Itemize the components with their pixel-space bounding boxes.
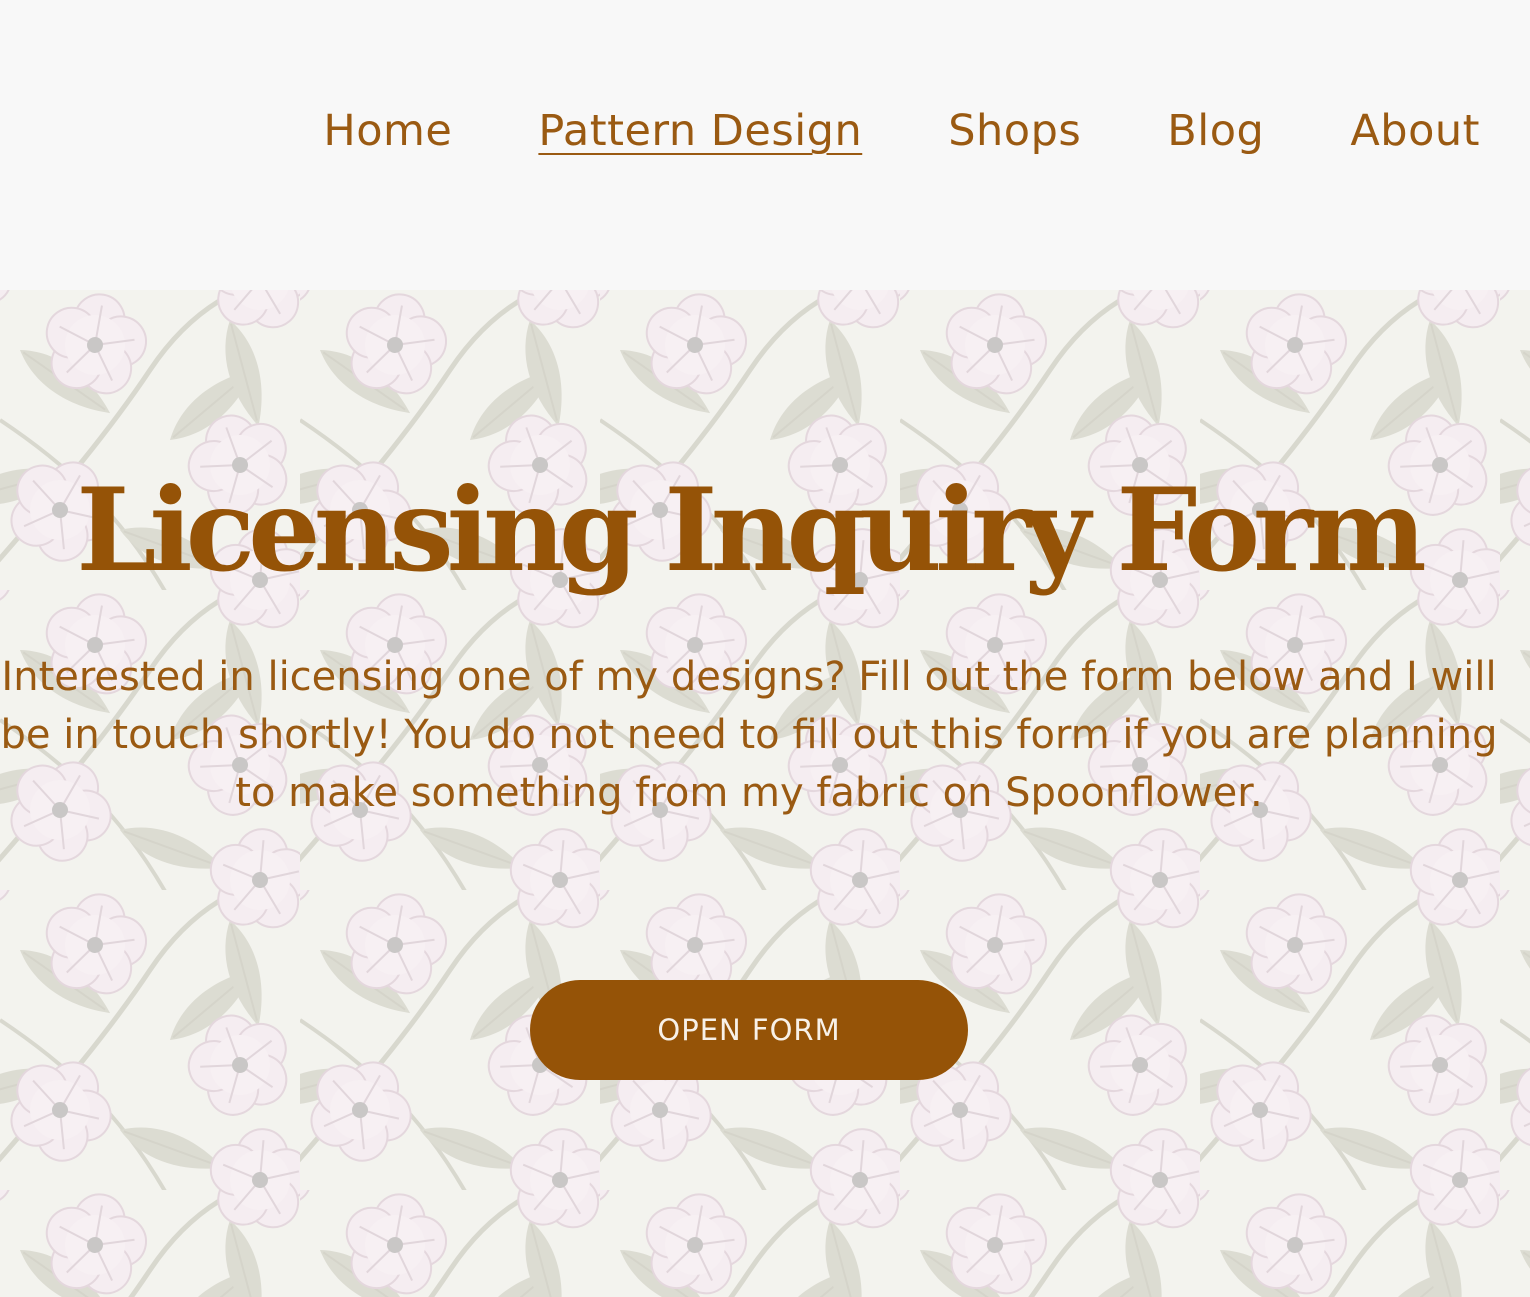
nav-link-pattern-design[interactable]: Pattern Design	[538, 110, 862, 153]
hero-section: Licensing Inquiry Form Interested in lic…	[0, 290, 1530, 1297]
nav-link-blog[interactable]: Blog	[1167, 110, 1264, 153]
nav-link-home[interactable]: Home	[323, 110, 452, 153]
intro-text: Interested in licensing one of my design…	[0, 654, 1498, 816]
page-title: Licensing Inquiry Form	[76, 463, 1427, 597]
nav-link-shops[interactable]: Shops	[948, 110, 1081, 153]
main-navigation: Home Pattern Design Shops Blog About	[323, 110, 1480, 153]
site-header: Home Pattern Design Shops Blog About	[0, 0, 1530, 290]
nav-link-about[interactable]: About	[1350, 110, 1480, 153]
open-form-button[interactable]: OPEN FORM	[530, 980, 968, 1080]
